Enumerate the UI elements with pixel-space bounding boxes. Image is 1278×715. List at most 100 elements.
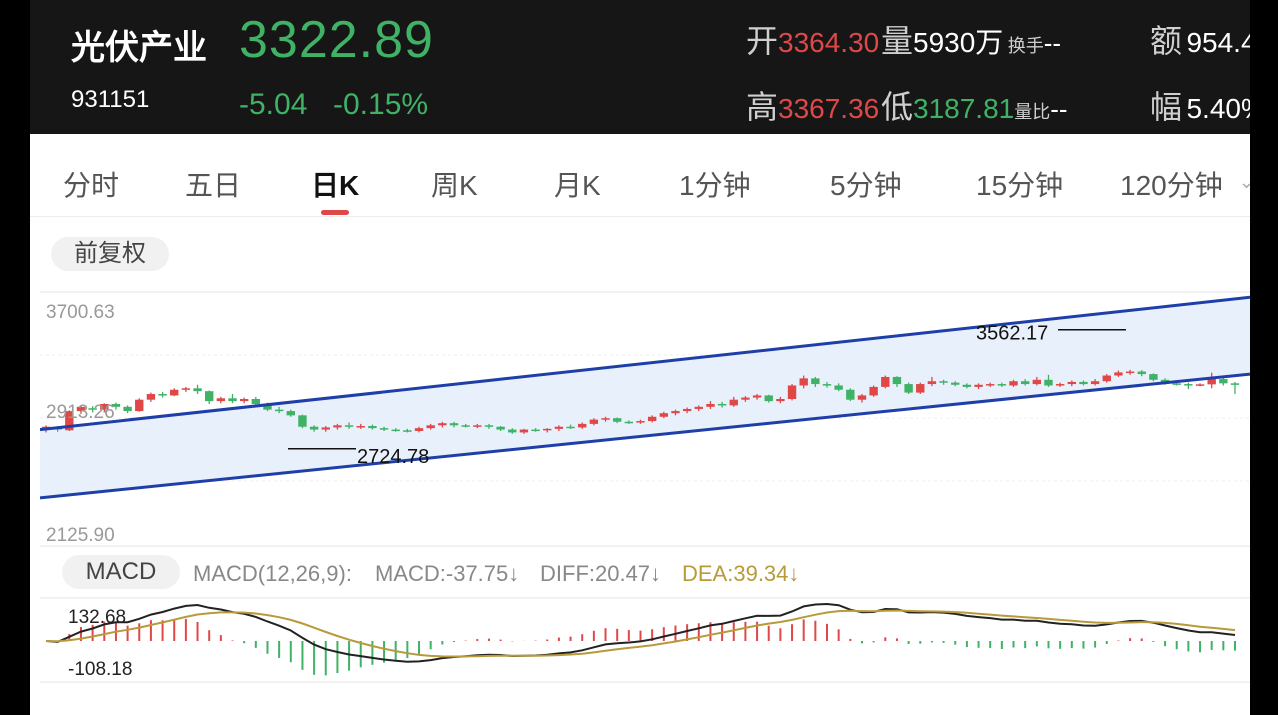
candle xyxy=(589,419,599,424)
candle xyxy=(811,378,820,385)
candle xyxy=(461,425,470,427)
candle xyxy=(857,395,867,400)
candle xyxy=(426,425,435,429)
candle xyxy=(1055,384,1065,386)
candle xyxy=(986,384,995,386)
candle xyxy=(403,430,412,432)
macd-value: MACD:-37.75 xyxy=(375,561,509,586)
candle xyxy=(1137,371,1146,375)
candle xyxy=(834,385,843,390)
candle xyxy=(519,429,529,433)
candle xyxy=(1114,372,1123,376)
candle xyxy=(624,421,634,424)
candle xyxy=(869,386,878,396)
candle xyxy=(671,411,680,414)
candle xyxy=(799,378,808,386)
diff-value-group: DIFF:20.47↓ xyxy=(540,561,661,587)
candle xyxy=(1009,381,1018,386)
candle xyxy=(927,381,937,385)
macd-value-group: MACD:-37.75↓ xyxy=(375,561,519,587)
candle xyxy=(1102,375,1111,382)
candle xyxy=(1172,383,1181,385)
candle xyxy=(1044,379,1053,386)
dea-value: DEA:39.34 xyxy=(682,561,789,586)
candle xyxy=(239,398,249,402)
candle xyxy=(356,426,365,428)
y-axis-label-bottom: 2125.90 xyxy=(46,525,115,546)
candle xyxy=(1184,384,1193,386)
candle xyxy=(1230,383,1240,385)
candle xyxy=(904,384,913,393)
candle xyxy=(962,384,972,387)
candle xyxy=(997,384,1007,386)
candle xyxy=(449,423,459,426)
candle xyxy=(333,425,342,428)
candle xyxy=(694,406,703,409)
candle xyxy=(309,426,319,430)
indicator-chip[interactable]: MACD xyxy=(62,555,180,589)
candle xyxy=(298,415,307,427)
app-window: 光伏产业 931151 3322.89 -5.04 -0.15% 开3364.3… xyxy=(30,0,1250,715)
diff-value: DIFF:20.47 xyxy=(540,561,651,586)
y-axis-label-mid: 2913.26 xyxy=(46,402,115,423)
macd-bottom-label: -108.18 xyxy=(68,659,132,680)
candle xyxy=(368,426,377,429)
candle xyxy=(659,413,669,417)
candle xyxy=(123,406,132,412)
candle xyxy=(1149,374,1158,380)
candle xyxy=(473,425,482,427)
candle xyxy=(1195,384,1205,386)
candle xyxy=(508,429,517,433)
candle xyxy=(484,425,494,427)
macd-top-label: 132.68 xyxy=(68,607,126,628)
candle xyxy=(1032,379,1042,385)
candle xyxy=(1020,381,1030,385)
candle xyxy=(1125,371,1135,374)
candle xyxy=(274,409,284,412)
candle xyxy=(379,428,389,430)
candle xyxy=(531,429,540,432)
candle xyxy=(321,427,330,430)
arrow-down-icon: ↓ xyxy=(788,561,800,586)
candle xyxy=(204,391,214,402)
candle xyxy=(601,418,610,420)
candle xyxy=(1079,381,1088,385)
candle xyxy=(741,397,750,400)
candle xyxy=(752,395,762,398)
candle xyxy=(146,394,156,400)
candle xyxy=(438,423,447,426)
candle xyxy=(612,418,622,422)
candle xyxy=(682,408,692,412)
candle xyxy=(951,382,960,385)
candle xyxy=(1219,379,1228,384)
candle xyxy=(578,423,587,428)
candle xyxy=(286,411,295,416)
candle xyxy=(787,385,797,399)
candle xyxy=(193,388,202,392)
candle xyxy=(822,384,832,386)
y-axis-label-top: 3700.63 xyxy=(46,302,115,323)
candle xyxy=(344,425,354,427)
candle xyxy=(881,376,890,387)
candle xyxy=(1067,381,1077,385)
high-annotation-label: 3562.17 xyxy=(976,323,1048,345)
candle xyxy=(892,376,902,385)
candle xyxy=(647,416,657,422)
candle xyxy=(706,403,715,407)
arrow-down-icon: ↓ xyxy=(508,561,520,586)
candle xyxy=(158,394,167,396)
candle xyxy=(170,389,179,396)
macd-params: MACD(12,26,9): xyxy=(193,561,352,586)
candle xyxy=(717,403,727,406)
candle xyxy=(414,428,424,431)
candle xyxy=(216,398,226,402)
candle xyxy=(974,384,983,387)
dea-value-group: DEA:39.34↓ xyxy=(682,561,799,587)
candle xyxy=(636,421,645,423)
candle xyxy=(251,398,261,404)
candle xyxy=(554,426,564,429)
arrow-down-icon: ↓ xyxy=(650,561,662,586)
kline-chart: 3700.63 2913.26 2125.90 2724.78 3562.17 … xyxy=(40,291,1250,683)
low-annotation-label: 2724.78 xyxy=(357,446,429,468)
candle xyxy=(566,426,575,429)
